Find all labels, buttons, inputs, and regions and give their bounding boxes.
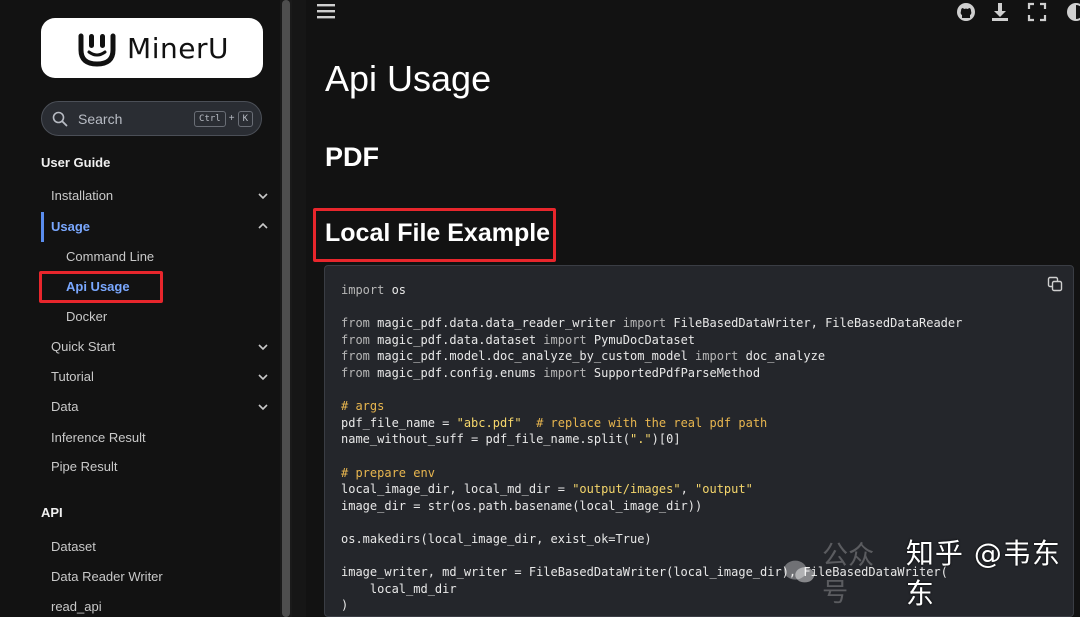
- code-line: # prepare env: [341, 465, 435, 480]
- highlight-box-local-file-example: [313, 208, 556, 262]
- chevron-down-icon[interactable]: [257, 190, 269, 202]
- search-icon: [52, 111, 68, 126]
- sidebar-item-inference-result[interactable]: Inference Result: [51, 428, 273, 448]
- nav-section-api: API: [41, 505, 63, 520]
- sidebar-item-label: Pipe Result: [51, 459, 118, 474]
- code-line: from magic_pdf.data.dataset import PymuD…: [341, 332, 696, 347]
- kbd-ctrl: Ctrl: [194, 110, 226, 127]
- code-line: # args: [341, 399, 385, 414]
- sidebar-item-read-api[interactable]: read_api: [51, 597, 273, 617]
- page-title: Api Usage: [325, 58, 492, 99]
- active-indicator: [41, 212, 44, 242]
- sidebar-item-tutorial[interactable]: Tutorial: [51, 367, 273, 387]
- sidebar-item-label: Quick Start: [51, 339, 116, 354]
- kbd-k: K: [237, 110, 253, 127]
- sidebar-item-label: Usage: [51, 219, 91, 234]
- code-line: ​: [341, 514, 962, 531]
- watermark-text: 知乎 @韦东东: [905, 537, 1061, 610]
- brand-name: MinerU: [127, 31, 229, 65]
- code-line: image_dir = str(os.path.basename(local_i…: [341, 498, 703, 513]
- code-line: local_image_dir, local_md_dir = "output/…: [341, 482, 753, 497]
- sidebar-item-installation[interactable]: Installation: [51, 186, 273, 206]
- code-line: import os: [341, 283, 407, 297]
- mineru-logo-icon: [78, 33, 116, 67]
- sidebar-item-label: Data Reader Writer: [51, 569, 163, 584]
- code-line: from magic_pdf.model.doc_analyze_by_cust…: [341, 349, 826, 364]
- fullscreen-icon[interactable]: [1027, 2, 1047, 22]
- download-icon[interactable]: [990, 2, 1010, 22]
- brand-logo[interactable]: MinerU: [41, 18, 263, 78]
- chevron-up-icon[interactable]: [257, 220, 269, 232]
- watermark: 公众号 知乎 @韦东东: [782, 537, 1080, 610]
- sidebar-item-docker[interactable]: Docker: [66, 307, 288, 327]
- sidebar-item-pipe-result[interactable]: Pipe Result: [51, 457, 273, 477]
- sidebar-item-command-line[interactable]: Command Line: [66, 247, 288, 267]
- search-label: Search: [78, 110, 123, 127]
- nav-section-user-guide: User Guide: [41, 155, 111, 170]
- sidebar-item-quick-start[interactable]: Quick Start: [51, 337, 273, 357]
- copy-icon[interactable]: [1047, 276, 1063, 292]
- sidebar-item-label: Data: [51, 399, 79, 414]
- chevron-down-icon[interactable]: [257, 371, 269, 383]
- sidebar-item-data[interactable]: Data: [51, 397, 273, 417]
- sidebar-item-label: read_api: [51, 599, 102, 614]
- sidebar-item-label: Docker: [66, 309, 108, 324]
- sidebar-item-usage[interactable]: Usage: [51, 217, 273, 237]
- sidebar: MinerU Search Ctrl + K User Guide Instal…: [0, 0, 280, 617]
- chevron-down-icon[interactable]: [257, 341, 269, 353]
- code-line: from magic_pdf.config.enums import Suppo…: [341, 365, 761, 380]
- sidebar-item-label: Tutorial: [51, 369, 94, 384]
- code-line: ​: [341, 382, 962, 399]
- content-divider: [292, 0, 306, 617]
- github-icon[interactable]: [956, 2, 976, 22]
- sidebar-item-label: Command Line: [66, 249, 155, 264]
- sidebar-item-label: Installation: [51, 188, 114, 203]
- code-line: from magic_pdf.data.data_reader_writer i…: [341, 316, 963, 331]
- kbd-plus: +: [228, 113, 235, 124]
- chevron-down-icon[interactable]: [257, 401, 269, 413]
- sidebar-item-label: Dataset: [51, 539, 96, 554]
- sidebar-item-label: Inference Result: [51, 430, 146, 445]
- code-line: pdf_file_name = "abc.pdf" # replace with…: [341, 415, 768, 430]
- watermark-faint-text: 公众号: [822, 540, 875, 607]
- code-line: ​: [341, 448, 962, 465]
- wechat-logo-icon: [783, 560, 815, 583]
- sidebar-item-dataset[interactable]: Dataset: [51, 537, 273, 557]
- sidebar-item-data-reader-writer[interactable]: Data Reader Writer: [51, 567, 273, 587]
- search-button[interactable]: Search Ctrl + K: [41, 101, 262, 136]
- highlight-box-api-usage: [39, 271, 163, 303]
- code-line: name_without_suff = pdf_file_name.split(…: [341, 432, 681, 447]
- section-heading-pdf: PDF: [325, 142, 379, 172]
- theme-toggle-icon[interactable]: [1064, 2, 1080, 22]
- hamburger-icon[interactable]: [316, 2, 336, 20]
- sidebar-scrollbar-thumb[interactable]: [282, 0, 290, 617]
- code-line: ​: [341, 299, 962, 316]
